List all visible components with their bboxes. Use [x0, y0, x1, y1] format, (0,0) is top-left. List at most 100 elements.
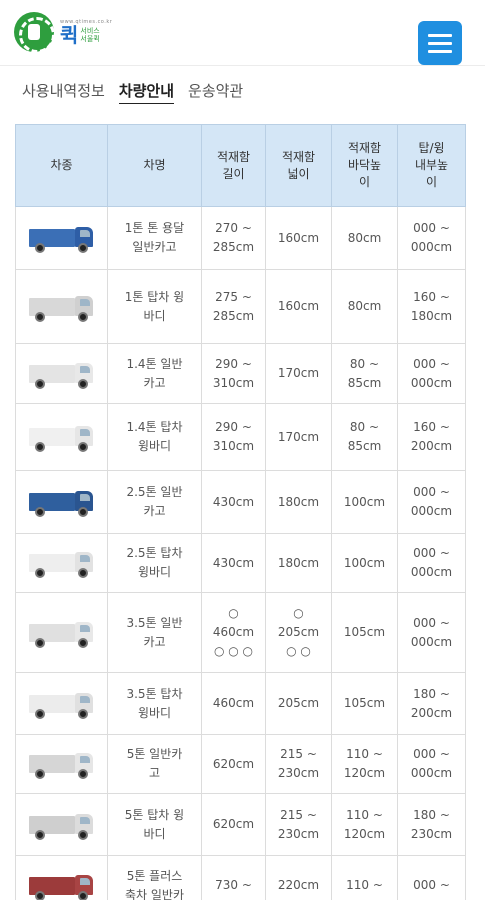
table-row: 1톤 탑차 윙 바디 275 ~ 285cm 160cm 80cm 160 ~ 180c…	[15, 269, 466, 344]
truck-icon	[28, 484, 95, 520]
vehicle-image-cell	[15, 855, 108, 900]
cell-length: 730 ~	[201, 855, 266, 900]
cell-width: 170cm	[265, 343, 332, 404]
cell-name: 1톤 톤 용달 일반카고	[107, 206, 202, 270]
cell-inner: 000 ~	[397, 855, 466, 900]
cell-inner: 180 ~ 230cm	[397, 793, 466, 856]
cell-inner: 160 ~ 200cm	[397, 403, 466, 471]
table-row: 1.4톤 일반 카고 290 ~ 310cm 170cm 80 ~ 85cm 000 ~…	[15, 343, 466, 404]
column-header: 차명	[107, 124, 202, 207]
vehicle-image-cell	[15, 403, 108, 471]
cell-width: 170cm	[265, 403, 332, 471]
truck-icon	[28, 545, 95, 581]
truck-icon	[28, 220, 95, 256]
cell-length: 430cm	[201, 470, 266, 534]
cell-floor: 80cm	[331, 206, 398, 270]
cell-width: 215 ~ 230cm	[265, 734, 332, 794]
cell-length: ○ 460cm ○ ○ ○	[201, 592, 266, 673]
table-header-row: 차종 차명 적재함 길이 적재함 넓이 적재함 바닥높 이 탑/윙 내부높 이	[15, 124, 466, 207]
cell-floor: 105cm	[331, 592, 398, 673]
cell-floor: 80 ~ 85cm	[331, 403, 398, 471]
table-row: 3.5톤 일반 카고 ○ 460cm ○ ○ ○ ○ 205cm ○ ○ 105cm 0…	[15, 592, 466, 673]
logo-sub-text: 서비스	[80, 27, 100, 35]
truck-icon	[28, 615, 95, 651]
cell-length: 430cm	[201, 533, 266, 593]
table-row: 1.4톤 탑차 윙바디 290 ~ 310cm 170cm 80 ~ 85cm 160 …	[15, 403, 466, 471]
site-header: www.qtimes.co.kr 퀵 서비스 서울퀵	[0, 0, 485, 66]
cell-inner: 000 ~ 000cm	[397, 470, 466, 534]
cell-width: 205cm	[265, 672, 332, 735]
cell-name: 3.5톤 탑차 윙바디	[107, 672, 202, 735]
logo-sub-text-2: 서울퀵	[80, 35, 100, 43]
vehicle-image-cell	[15, 533, 108, 593]
truck-icon	[28, 356, 95, 392]
table-row: 3.5톤 탑차 윙바디 460cm 205cm 105cm 180 ~ 200cm	[15, 672, 466, 735]
cell-name: 3.5톤 일반 카고	[107, 592, 202, 673]
column-header: 탑/윙 내부높 이	[397, 124, 466, 207]
vehicle-image-cell	[15, 269, 108, 344]
truck-icon	[28, 289, 95, 325]
logo-text: www.qtimes.co.kr 퀵 서비스 서울퀵	[60, 19, 112, 45]
vehicle-image-cell	[15, 206, 108, 270]
cell-width: 180cm	[265, 533, 332, 593]
tab-2[interactable]: 운송약관	[188, 80, 243, 104]
cell-inner: 000 ~ 000cm	[397, 734, 466, 794]
cell-inner: 180 ~ 200cm	[397, 672, 466, 735]
column-header: 적재함 길이	[201, 124, 266, 207]
cell-name: 1.4톤 탑차 윙바디	[107, 403, 202, 471]
cell-name: 2.5톤 일반 카고	[107, 470, 202, 534]
cell-width: 220cm	[265, 855, 332, 900]
cell-floor: 110 ~ 120cm	[331, 734, 398, 794]
truck-icon	[28, 868, 95, 900]
cell-inner: 000 ~ 000cm	[397, 343, 466, 404]
cell-floor: 105cm	[331, 672, 398, 735]
logo-emblem-icon	[14, 12, 55, 53]
cell-length: 275 ~ 285cm	[201, 269, 266, 344]
table-row: 2.5톤 일반 카고 430cm 180cm 100cm 000 ~ 000cm	[15, 470, 466, 534]
vehicle-image-cell	[15, 672, 108, 735]
cell-width: 215 ~ 230cm	[265, 793, 332, 856]
table-row: 2.5톤 탑차 윙바디 430cm 180cm 100cm 000 ~ 000cm	[15, 533, 466, 593]
truck-icon	[28, 419, 95, 455]
cell-width: ○ 205cm ○ ○	[265, 592, 332, 673]
cell-name: 1.4톤 일반 카고	[107, 343, 202, 404]
cell-floor: 110 ~	[331, 855, 398, 900]
cell-inner: 000 ~ 000cm	[397, 533, 466, 593]
vehicle-image-cell	[15, 343, 108, 404]
cell-inner: 000 ~ 000cm	[397, 592, 466, 673]
table-row: 1톤 톤 용달 일반카고 270 ~ 285cm 160cm 80cm 000 ~ 00…	[15, 206, 466, 270]
cell-floor: 110 ~ 120cm	[331, 793, 398, 856]
hamburger-menu-button[interactable]	[418, 21, 462, 65]
cell-length: 270 ~ 285cm	[201, 206, 266, 270]
vehicle-image-cell	[15, 793, 108, 856]
site-logo[interactable]: www.qtimes.co.kr 퀵 서비스 서울퀵	[14, 12, 112, 53]
cell-name: 1톤 탑차 윙 바디	[107, 269, 202, 344]
hamburger-menu-icon	[428, 34, 452, 37]
vehicle-image-cell	[15, 734, 108, 794]
tab-1[interactable]: 차량안내	[118, 80, 175, 104]
cell-inner: 000 ~ 000cm	[397, 206, 466, 270]
truck-icon	[28, 686, 95, 722]
logo-main-text: 퀵	[60, 23, 79, 47]
cell-name: 2.5톤 탑차 윙바디	[107, 533, 202, 593]
hamburger-menu-icon-bar	[428, 42, 452, 45]
cell-width: 180cm	[265, 470, 332, 534]
table-row: 5톤 플러스 축차 일반카 730 ~220cm 110 ~000 ~	[15, 855, 466, 900]
tab-0[interactable]: 사용내역정보	[22, 80, 105, 104]
column-header: 적재함 넓이	[265, 124, 332, 207]
cell-name: 5톤 탑차 윙 바디	[107, 793, 202, 856]
cell-floor: 80cm	[331, 269, 398, 344]
cell-width: 160cm	[265, 206, 332, 270]
info-tabs: 사용내역정보 차량안내 운송약관	[22, 80, 257, 104]
table-row: 5톤 일반카 고 620cm 215 ~ 230cm 110 ~ 120cm 000 ~…	[15, 734, 466, 794]
cell-floor: 100cm	[331, 470, 398, 534]
vehicle-image-cell	[15, 592, 108, 673]
truck-icon	[28, 746, 95, 782]
vehicle-spec-table: 차종 차명 적재함 길이 적재함 넓이 적재함 바닥높 이 탑/윙 내부높 이 1톤 톤 …	[15, 124, 466, 900]
cell-length: 620cm	[201, 734, 266, 794]
cell-name: 5톤 플러스 축차 일반카	[107, 855, 202, 900]
column-header: 차종	[15, 124, 108, 207]
hamburger-menu-icon-bar	[428, 50, 452, 53]
cell-inner: 160 ~ 180cm	[397, 269, 466, 344]
cell-length: 290 ~ 310cm	[201, 343, 266, 404]
